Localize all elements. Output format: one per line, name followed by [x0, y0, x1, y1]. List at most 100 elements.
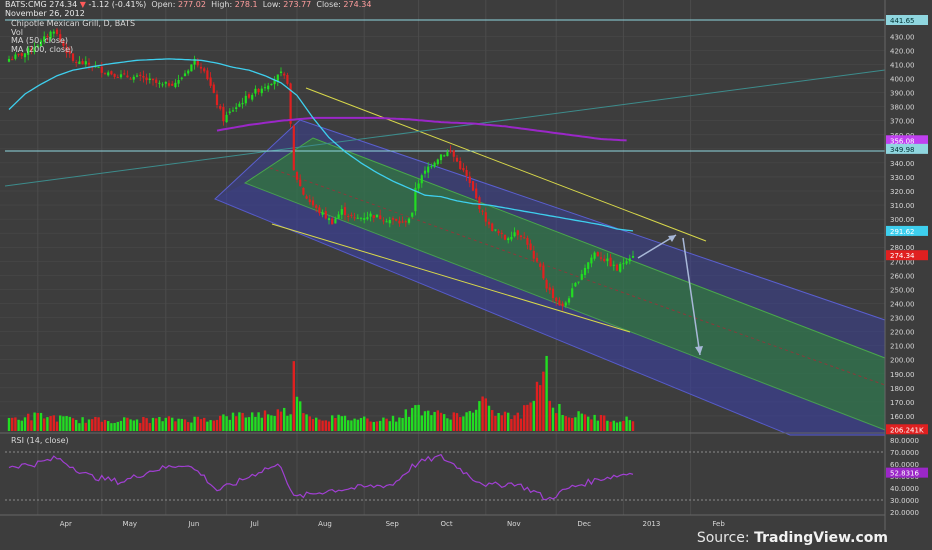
- candle-body: [347, 215, 350, 217]
- open-label: Open:: [151, 0, 176, 9]
- price-tick-label: 340.00: [890, 160, 915, 168]
- volume-bar: [142, 416, 145, 431]
- candle-body: [628, 258, 631, 262]
- candle-body: [299, 179, 302, 187]
- candle-body: [497, 231, 500, 234]
- chart-window: { "header": { "symbol": "BATS:CMG", "las…: [0, 0, 932, 550]
- price-tick-label: 300.00: [890, 216, 915, 224]
- volume-bar: [43, 418, 46, 431]
- candle-body: [164, 81, 167, 84]
- volume-bar: [241, 412, 244, 431]
- volume-bar: [91, 419, 94, 431]
- symbol-label: BATS:CMG: [5, 0, 47, 9]
- volume-bar: [411, 407, 414, 431]
- volume-bar: [161, 421, 164, 431]
- candle-body: [587, 262, 590, 269]
- volume-bar: [603, 415, 606, 431]
- ma200-legend: MA (200, close): [11, 45, 74, 54]
- price-tick-label: 230.00: [890, 315, 915, 323]
- tradingview-brand[interactable]: TradingView.com: [754, 530, 888, 546]
- volume-bar: [609, 421, 612, 431]
- candle-body: [209, 77, 212, 86]
- volume-bar: [145, 418, 148, 431]
- candle-body: [510, 236, 513, 240]
- volume-bar: [436, 410, 439, 431]
- candle-body: [135, 75, 139, 77]
- volume-bar: [366, 418, 369, 431]
- volume-bar: [103, 419, 107, 431]
- volume-bar: [68, 416, 71, 431]
- volume-bar: [187, 422, 190, 431]
- candle-body: [14, 54, 17, 59]
- rsi-tick-label: 80.0000: [890, 437, 919, 445]
- price-tick-label: 430.00: [890, 33, 915, 41]
- volume-bar: [222, 414, 225, 431]
- candle-body: [494, 229, 497, 231]
- volume-bar: [87, 419, 91, 431]
- volume-bar: [273, 415, 276, 431]
- candle-body: [279, 71, 283, 74]
- candle-body: [420, 175, 423, 184]
- volume-bar: [84, 422, 87, 431]
- chart-title: Chipotle Mexican Grill, D, BATS: [11, 19, 136, 28]
- candle-body: [238, 103, 241, 107]
- price-tick-label: 200.00: [890, 357, 915, 365]
- volume-bar: [30, 420, 33, 431]
- volume-bar: [395, 421, 398, 431]
- rsi-tick-label: 30.0000: [890, 497, 919, 505]
- volume-bar: [279, 411, 283, 431]
- volume-bar: [532, 400, 535, 431]
- volume-bar: [487, 405, 491, 431]
- volume-bar: [516, 412, 519, 431]
- source-footer[interactable]: Source: TradingView.com: [697, 530, 888, 546]
- price-tick-label: 420.00: [890, 47, 915, 55]
- volume-bar: [276, 409, 279, 431]
- candle-body: [161, 84, 164, 86]
- candle-body: [551, 288, 555, 299]
- candle-body: [615, 264, 619, 271]
- candle-body: [148, 78, 151, 81]
- volume-bar: [17, 419, 20, 431]
- volume-bar: [119, 420, 123, 431]
- volume-bar: [555, 413, 558, 431]
- volume-bar: [596, 420, 599, 431]
- volume-bar: [574, 417, 577, 431]
- volume-bar: [100, 421, 103, 431]
- volume-bar: [503, 411, 507, 431]
- candle-body: [295, 172, 299, 180]
- price-tick-label: 210.00: [890, 343, 915, 351]
- candle-body: [465, 169, 468, 177]
- volume-bar: [132, 420, 135, 431]
- volume-bar: [587, 416, 590, 431]
- candle-body: [561, 303, 564, 307]
- candle-body: [187, 70, 190, 74]
- volume-bar: [14, 417, 17, 431]
- volume-bar: [539, 385, 542, 431]
- candle-body: [116, 76, 119, 78]
- candle-body: [103, 72, 107, 74]
- candle-body: [452, 150, 455, 157]
- volume-bar: [27, 413, 30, 431]
- price-chart[interactable]: 430.00 420.00 410.00 400.00 390.00 380.00 370.…: [0, 0, 932, 550]
- candle-body: [593, 252, 596, 259]
- volume-bar: [135, 419, 139, 431]
- volume-bar: [219, 415, 222, 431]
- rsi-tick-label: 40.0000: [890, 485, 919, 493]
- candle-body: [542, 265, 545, 279]
- volume-bar: [113, 422, 116, 431]
- volume-bar: [171, 417, 174, 431]
- candle-body: [315, 205, 318, 208]
- candle-body: [292, 125, 295, 171]
- volume-bar: [446, 418, 449, 431]
- volume-bar: [423, 411, 427, 431]
- volume-bar: [11, 417, 14, 431]
- candle-body: [286, 74, 289, 84]
- candle-body: [215, 94, 219, 106]
- price-badge: 349.98: [890, 146, 915, 154]
- candle-body: [427, 166, 430, 173]
- volume-bar: [203, 417, 206, 431]
- candle-body: [97, 66, 100, 68]
- candle-body: [372, 215, 375, 219]
- volume-bar: [65, 416, 68, 431]
- close-label: Close:: [316, 0, 341, 9]
